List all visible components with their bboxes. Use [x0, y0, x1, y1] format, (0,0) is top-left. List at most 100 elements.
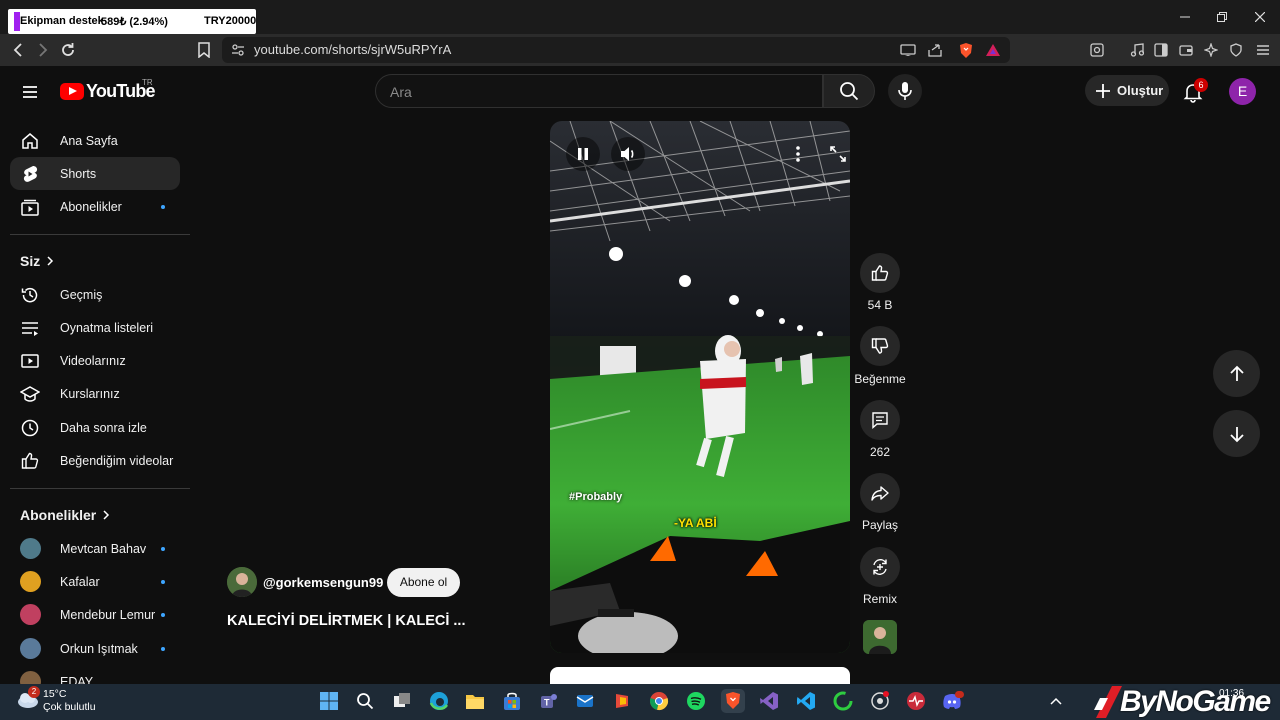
voice-search-button[interactable]: [888, 74, 922, 108]
brave-rewards-button[interactable]: [983, 40, 1003, 60]
sidebar-item-your-videos[interactable]: Videolarınız: [10, 344, 180, 377]
short-title[interactable]: KALECİYİ DELİRTMEK | KALECİ ...: [227, 613, 465, 629]
cast-icon: [900, 44, 916, 56]
sidebar-item-home[interactable]: Ana Sayfa: [10, 124, 180, 157]
brave-shields-button[interactable]: [956, 40, 976, 60]
task-view-icon: [394, 693, 410, 707]
sidebar-item-shorts[interactable]: Shorts: [10, 157, 180, 190]
sidebar-item-playlists[interactable]: Oynatma listeleri: [10, 311, 180, 344]
sidebar-item-liked-videos[interactable]: Beğendiğim videolar: [10, 444, 180, 477]
media-app[interactable]: [868, 689, 892, 713]
microsoft-365-app[interactable]: [610, 689, 634, 713]
back-button[interactable]: [8, 40, 28, 60]
file-explorer-app[interactable]: [463, 689, 487, 713]
screenshot-button[interactable]: [1087, 40, 1107, 60]
subscriptions-icon: [19, 196, 41, 218]
subscriptions-section-header[interactable]: Abonelikler: [20, 507, 110, 523]
like-count: 54 B: [867, 298, 893, 312]
forward-button[interactable]: [33, 40, 53, 60]
wallet-button[interactable]: [1176, 40, 1196, 60]
folder-icon: [466, 695, 484, 709]
ring-app[interactable]: [831, 689, 855, 713]
subscription-item[interactable]: Orkun Işıtmak: [10, 632, 180, 665]
sidebar-item-label: Videolarınız: [60, 354, 126, 368]
edge-app[interactable]: [427, 689, 451, 713]
weather-alert-badge: 2: [28, 686, 40, 698]
youtube-logo[interactable]: YouTube TR: [60, 78, 156, 103]
system-tray-expand-button[interactable]: [1044, 689, 1068, 713]
remix-button[interactable]: [860, 547, 900, 587]
next-short-button[interactable]: [1213, 410, 1260, 457]
fullscreen-button[interactable]: [821, 137, 850, 171]
dislike-button[interactable]: [860, 326, 900, 366]
vpn-button[interactable]: [1226, 40, 1246, 60]
media-button[interactable]: [1127, 40, 1147, 60]
cast-button[interactable]: [898, 40, 918, 60]
rewards-triangle-icon: [986, 44, 1000, 56]
minimize-button[interactable]: [1172, 6, 1198, 28]
windows-taskbar: [0, 684, 1280, 720]
more-options-button[interactable]: [781, 137, 815, 171]
sidebar-item-watch-later[interactable]: Daha sonra izle: [10, 411, 180, 444]
guide-menu-button[interactable]: [18, 80, 42, 104]
close-window-button[interactable]: [1247, 6, 1273, 28]
subscription-item[interactable]: EDAY: [10, 665, 180, 684]
outlook-app[interactable]: [573, 689, 597, 713]
site-info-button[interactable]: [228, 40, 248, 60]
subscription-item[interactable]: Mendebur Lemur: [10, 598, 180, 631]
start-button[interactable]: [317, 689, 341, 713]
channel-name[interactable]: @gorkemsengun99: [263, 575, 383, 590]
spotify-app[interactable]: [684, 689, 708, 713]
subscribe-button[interactable]: Abone ol: [387, 568, 460, 597]
you-section-header[interactable]: Siz: [20, 253, 54, 269]
share-button[interactable]: [860, 473, 900, 513]
channel-avatar[interactable]: [227, 567, 257, 597]
subscription-label: Orkun Işıtmak: [60, 642, 138, 656]
subscription-item[interactable]: Kafalar: [10, 565, 180, 598]
account-avatar[interactable]: E: [1229, 78, 1256, 105]
reload-button[interactable]: [58, 40, 78, 60]
restore-icon: [1217, 12, 1227, 22]
previous-short-button[interactable]: [1213, 350, 1260, 397]
leo-ai-button[interactable]: [1201, 40, 1221, 60]
search-button[interactable]: [823, 74, 875, 108]
taskbar-clock[interactable]: 01:36: [1219, 688, 1244, 699]
chevron-up-icon: [1050, 697, 1062, 705]
microphone-icon: [898, 82, 912, 100]
taskbar-search-button[interactable]: [353, 689, 377, 713]
sidebar-item-history[interactable]: Geçmiş: [10, 278, 180, 311]
visual-studio-app[interactable]: [757, 689, 781, 713]
restore-button[interactable]: [1209, 6, 1235, 28]
sidebar-divider: [10, 488, 190, 489]
visual-studio-icon: [760, 692, 778, 710]
playlists-icon: [19, 317, 41, 339]
pause-button[interactable]: [566, 137, 600, 171]
search-input[interactable]: [390, 82, 810, 102]
sidebar-item-subscriptions[interactable]: Abonelikler: [10, 190, 180, 223]
shorts-video-player[interactable]: #Probably -YA ABİ: [550, 121, 850, 653]
brave-app[interactable]: [721, 689, 745, 713]
bookmark-button[interactable]: [194, 40, 214, 60]
channel-avatar: [20, 604, 41, 625]
sidebar-toggle-button[interactable]: [1151, 40, 1171, 60]
sidebar-item-label: Shorts: [60, 167, 97, 181]
url-text[interactable]: youtube.com/shorts/sjrW5uRPYrA: [254, 42, 451, 57]
sound-thumbnail[interactable]: [863, 620, 897, 654]
vscode-app[interactable]: [794, 689, 818, 713]
monitor-app[interactable]: [904, 689, 928, 713]
sidebar-item-courses[interactable]: Kurslarınız: [10, 377, 180, 410]
microsoft-store-app[interactable]: [500, 689, 524, 713]
like-button[interactable]: [860, 253, 900, 293]
browser-menu-button[interactable]: [1253, 40, 1273, 60]
teams-app[interactable]: T: [537, 689, 561, 713]
chrome-app[interactable]: [647, 689, 671, 713]
discord-app[interactable]: [941, 689, 965, 713]
share-page-button[interactable]: [925, 40, 945, 60]
store-bag-icon: [504, 692, 520, 710]
create-button[interactable]: Oluştur: [1085, 75, 1169, 106]
comments-button[interactable]: [860, 400, 900, 440]
mute-button[interactable]: [611, 137, 645, 171]
browser-tab[interactable]: Ekipman destek 589₺ (2.94%) TRY20000: [8, 9, 256, 34]
task-view-button[interactable]: [390, 689, 414, 713]
subscription-item[interactable]: Mevtcan Bahav: [10, 532, 180, 565]
